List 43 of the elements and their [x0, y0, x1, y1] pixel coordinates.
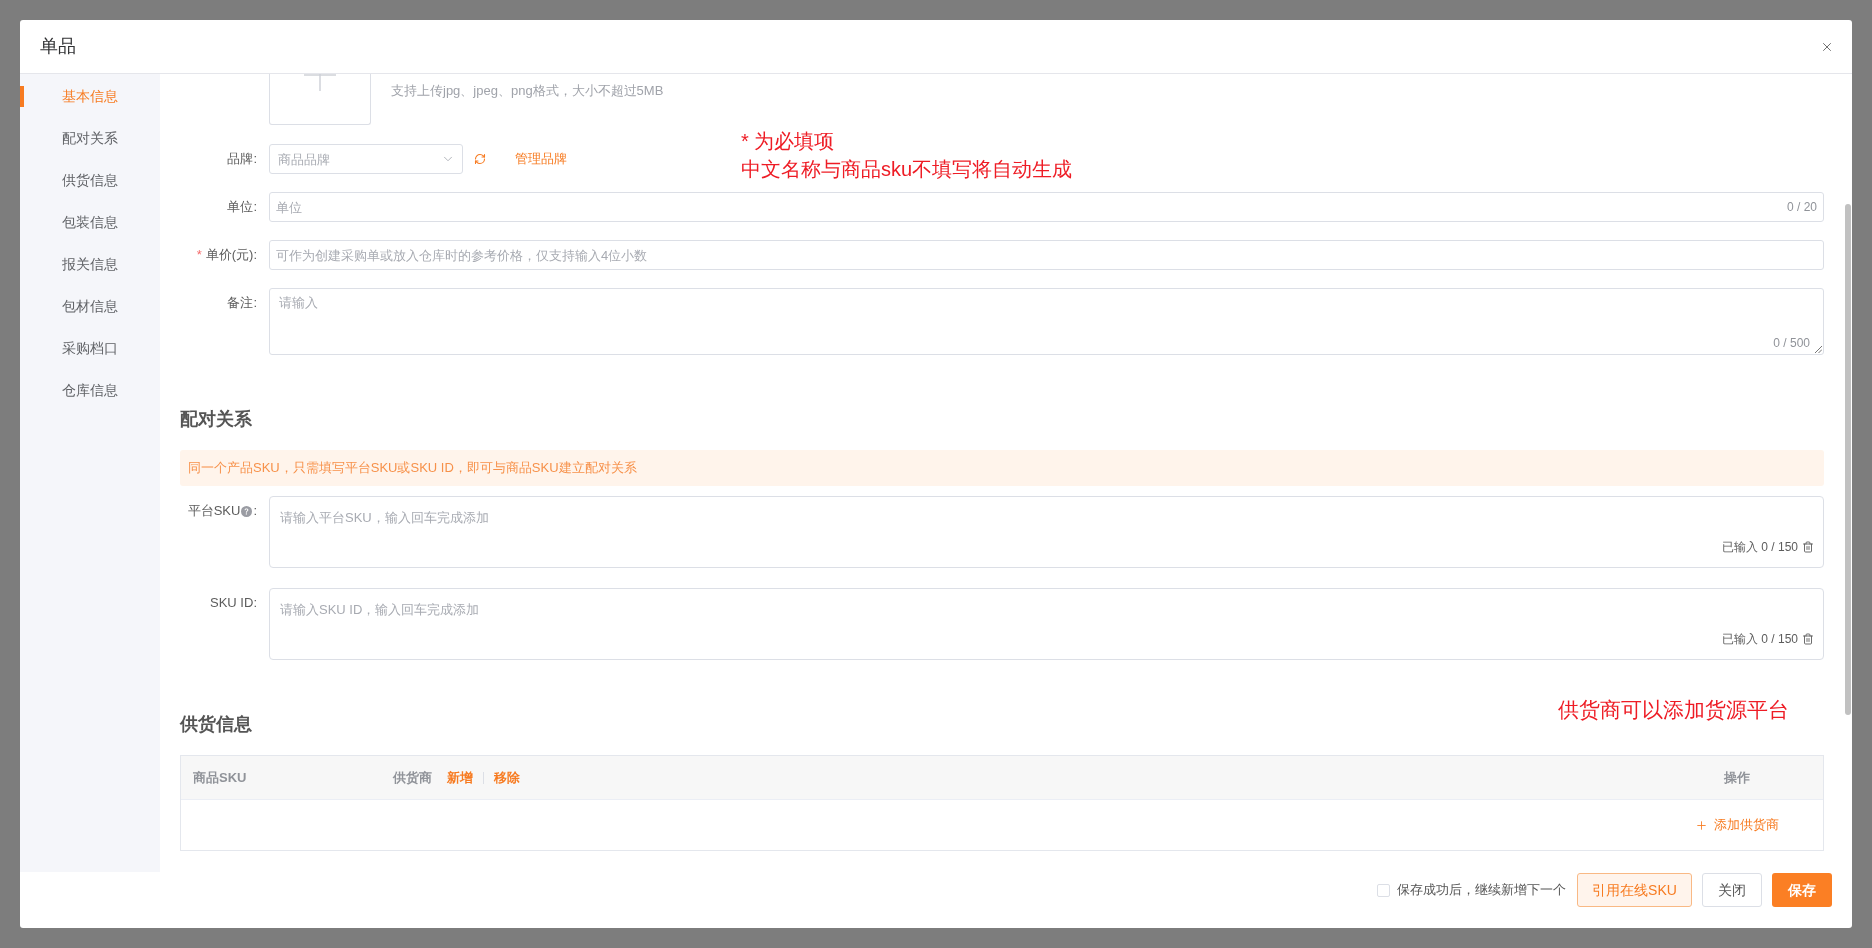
close-button[interactable]: 关闭 — [1702, 873, 1762, 907]
checkbox[interactable] — [1377, 883, 1390, 897]
sidebar-item[interactable]: 供货信息 — [20, 159, 160, 201]
trash-icon[interactable] — [1802, 633, 1814, 645]
section-heading: 配对关系 — [180, 408, 252, 431]
field-label: 品牌: — [227, 150, 257, 169]
annotation-note: 供货商可以添加货源平台 — [1558, 697, 1789, 723]
help-icon[interactable] — [241, 505, 253, 517]
sidebar-item[interactable]: 采购档口 — [20, 327, 160, 369]
char-counter: 已输入 0 / 150 — [1721, 539, 1798, 556]
upload-hint: 支持上传jpg、jpeg、png格式，大小不超过5MB — [391, 82, 664, 100]
column-header: 操作 — [1724, 768, 1750, 787]
section-heading: 供货信息 — [180, 713, 252, 736]
trash-icon[interactable] — [1802, 541, 1814, 553]
required-asterisk: * — [196, 246, 202, 265]
field-label: 平台SKU — [187, 502, 241, 521]
plus-icon — [1695, 818, 1708, 832]
annotation-note: * 为必填项 — [741, 129, 836, 154]
dialog-title: 单品 — [40, 35, 76, 58]
sidebar-item[interactable]: 报关信息 — [20, 243, 160, 285]
label-colon: : — [253, 502, 257, 521]
refresh-icon[interactable] — [474, 153, 486, 165]
scrollbar-thumb[interactable] — [1845, 204, 1851, 715]
char-counter: 0 / 20 — [1786, 199, 1817, 215]
annotation-note: 中文名称与商品sku不填写将自动生成 — [741, 157, 1073, 182]
field-label: SKU ID: — [210, 594, 257, 613]
sidebar-item[interactable]: 配对关系 — [20, 117, 160, 159]
field-label: 单位: — [227, 198, 257, 217]
select-field[interactable]: 商品品牌 — [269, 144, 463, 174]
column-header: 供货商 — [393, 768, 432, 787]
checkbox-label: 保存成功后，继续新增下一个 — [1397, 881, 1566, 900]
sidebar-item[interactable]: 包装信息 — [20, 201, 160, 243]
field-label: 单价(元): — [205, 246, 257, 265]
char-counter: 已输入 0 / 150 — [1721, 631, 1798, 648]
info-alert: 同一个产品SKU，只需填写平台SKU或SKU ID，即可与商品SKU建立配对关系 — [180, 450, 1824, 486]
sidebar-item[interactable]: 仓库信息 — [20, 369, 160, 411]
plus-icon — [304, 74, 336, 91]
sidebar-item[interactable]: 包材信息 — [20, 285, 160, 327]
column-header: 商品SKU — [193, 768, 247, 787]
text-input[interactable]: 可作为创建采购单或放入仓库时的参考价格，仅支持输入4位小数 — [269, 240, 1824, 270]
char-counter: 0 / 500 — [1773, 335, 1810, 351]
resize-handle-icon[interactable] — [1815, 346, 1822, 353]
field-label: 备注: — [227, 294, 257, 313]
